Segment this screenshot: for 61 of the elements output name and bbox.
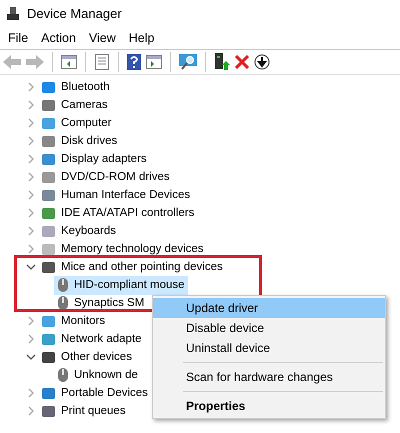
download-icon[interactable] xyxy=(254,54,270,70)
menu-item[interactable]: Disable device xyxy=(153,318,385,338)
device-icon xyxy=(41,206,56,220)
tree-item[interactable]: Monitors xyxy=(61,315,106,327)
tree-item[interactable]: Computer xyxy=(61,117,112,129)
tree-item[interactable]: Synaptics SM xyxy=(54,294,148,312)
device-icon xyxy=(41,152,56,166)
tree-item[interactable]: Display adapters xyxy=(61,153,147,165)
window-title: Device Manager xyxy=(27,6,122,21)
console-tree-icon[interactable] xyxy=(61,55,77,69)
mouse-icon xyxy=(57,277,69,293)
tree-item[interactable]: Memory technology devices xyxy=(61,243,204,255)
tree-item[interactable]: DVD/CD-ROM drives xyxy=(61,171,170,183)
device-icon xyxy=(41,170,56,184)
tree-item[interactable]: Cameras xyxy=(61,99,108,111)
device-icon xyxy=(41,224,56,238)
menu-item[interactable]: File xyxy=(4,31,38,45)
device-icon xyxy=(41,98,56,112)
device-icon xyxy=(41,134,56,148)
menu-item[interactable]: Update driver xyxy=(153,298,385,318)
menu-item[interactable]: Properties xyxy=(153,396,385,416)
help-icon[interactable] xyxy=(127,54,141,70)
tree-item[interactable]: Bluetooth xyxy=(61,81,110,93)
uninstall-icon[interactable] xyxy=(235,55,249,69)
tree-item[interactable]: IDE ATA/ATAPI controllers xyxy=(61,207,194,219)
tree-item[interactable]: Keyboards xyxy=(61,225,116,237)
mouse-icon xyxy=(57,295,69,311)
device-icon xyxy=(41,404,56,418)
menu-item[interactable]: Uninstall device xyxy=(153,338,385,358)
update-driver-icon[interactable] xyxy=(214,53,230,71)
tree-item[interactable]: Human Interface Devices xyxy=(61,189,190,201)
tree-item[interactable]: Mice and other pointing devices xyxy=(61,261,223,273)
tree-item[interactable]: HID-compliant mouse xyxy=(54,276,188,294)
tree-item[interactable]: Unknown de xyxy=(54,366,141,384)
device-icon xyxy=(41,332,56,346)
tree-item[interactable]: Other devices xyxy=(61,351,132,363)
device-icon xyxy=(41,314,56,328)
menu-item[interactable]: View xyxy=(84,31,125,45)
mouse-icon xyxy=(57,367,69,383)
device-icon xyxy=(41,242,56,256)
back-icon[interactable] xyxy=(3,55,21,69)
expander-icon[interactable] xyxy=(26,352,36,362)
tree-item[interactable]: Portable Devices xyxy=(61,387,148,399)
device-icon xyxy=(41,260,56,274)
app-icon xyxy=(7,6,19,20)
device-icon xyxy=(41,350,56,364)
tree-item[interactable]: Print queues xyxy=(61,405,126,417)
device-icon xyxy=(41,386,56,400)
tree-item[interactable]: Network adapte xyxy=(61,333,142,345)
expander-icon[interactable] xyxy=(26,262,36,272)
menu-item[interactable]: Action xyxy=(37,31,85,45)
action-pane-icon[interactable] xyxy=(146,55,162,69)
device-icon xyxy=(41,80,56,94)
device-icon xyxy=(41,188,56,202)
tree-item[interactable]: Disk drives xyxy=(61,135,118,147)
properties-icon[interactable] xyxy=(94,54,110,70)
forward-icon[interactable] xyxy=(26,55,44,69)
menu-item[interactable]: Help xyxy=(124,31,164,45)
device-icon xyxy=(41,116,56,130)
menu-item[interactable]: Scan for hardware changes xyxy=(153,367,385,387)
monitor-search-icon[interactable] xyxy=(179,54,197,70)
